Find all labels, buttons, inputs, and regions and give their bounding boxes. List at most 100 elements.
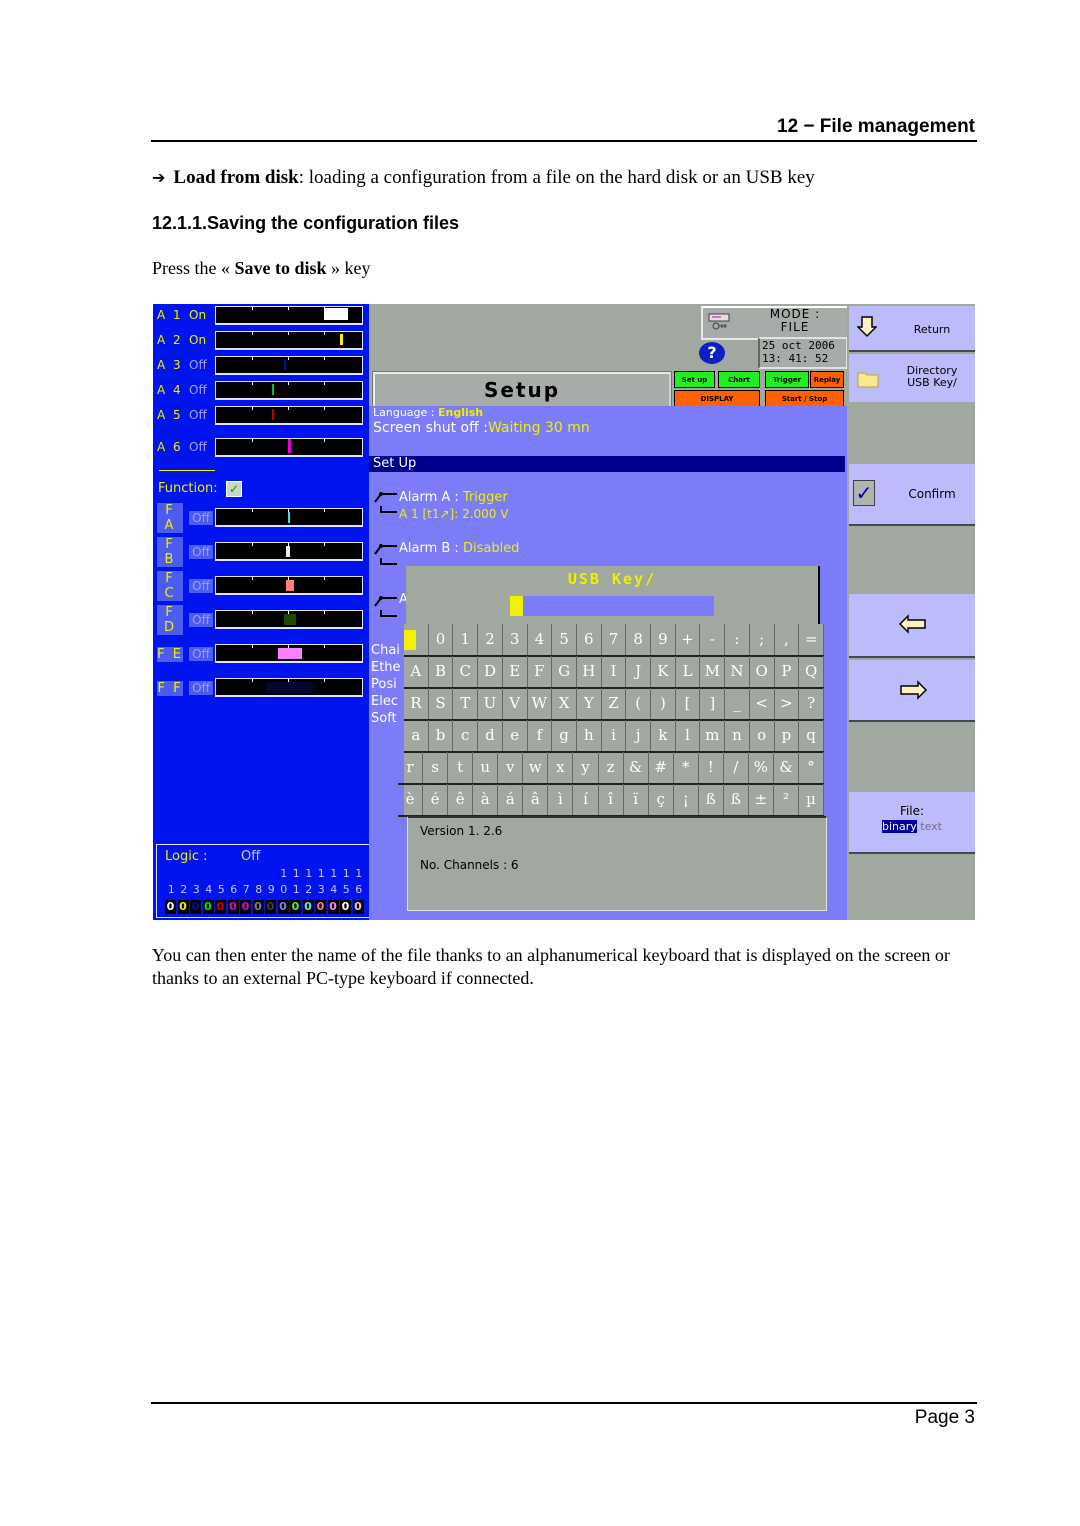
keyboard-key[interactable]: L: [676, 656, 701, 687]
keyboard-key[interactable]: f: [528, 720, 553, 751]
keyboard-key[interactable]: P: [775, 656, 800, 687]
keyboard-key[interactable]: H: [577, 656, 602, 687]
analog-channel-row[interactable]: A 5 Off: [157, 405, 217, 425]
keyboard-key[interactable]: 7: [602, 624, 627, 655]
file-format-text[interactable]: text: [920, 820, 942, 833]
keyboard-key[interactable]: K: [651, 656, 676, 687]
chart-button[interactable]: Chart: [718, 371, 760, 388]
keyboard-key[interactable]: h: [577, 720, 602, 751]
keyboard-key[interactable]: U: [478, 688, 503, 719]
keyboard-key[interactable]: 4: [528, 624, 553, 655]
help-icon[interactable]: ?: [699, 342, 725, 364]
keyboard-key[interactable]: [: [676, 688, 701, 719]
filename-input[interactable]: [510, 596, 714, 616]
keyboard-key[interactable]: 5: [552, 624, 577, 655]
keyboard-key[interactable]: N: [725, 656, 750, 687]
keyboard-key[interactable]: é: [423, 784, 449, 815]
keyboard-key[interactable]: X: [552, 688, 577, 719]
keyboard-key[interactable]: #: [649, 752, 674, 783]
channel-state[interactable]: Off: [189, 440, 217, 454]
file-format-binary[interactable]: binary: [881, 820, 917, 833]
keyboard-key[interactable]: &: [624, 752, 649, 783]
keyboard-key[interactable]: µ: [799, 784, 825, 815]
function-state[interactable]: Off: [189, 579, 213, 593]
keyboard-key[interactable]: Y: [577, 688, 602, 719]
keyboard-key[interactable]: (: [626, 688, 652, 719]
keyboard-key[interactable]: s: [423, 752, 449, 783]
function-checkbox[interactable]: ✓: [226, 481, 242, 497]
keyboard-key[interactable]: T: [453, 688, 479, 719]
analog-channel-row[interactable]: A 3 Off: [157, 355, 217, 375]
keyboard-key[interactable]: í: [573, 784, 599, 815]
keyboard-key[interactable]: ß: [699, 784, 724, 815]
keyboard-key[interactable]: p: [775, 720, 800, 751]
keyboard-key[interactable]: Q: [799, 656, 824, 687]
keyboard-key[interactable]: ]: [700, 688, 726, 719]
keyboard-key[interactable]: v: [498, 752, 524, 783]
keyboard-key[interactable]: Z: [602, 688, 627, 719]
keyboard-key[interactable]: m: [700, 720, 726, 751]
keyboard-key[interactable]: ): [651, 688, 676, 719]
directory-button[interactable]: Directory USB Key/: [849, 354, 975, 402]
keyboard-key[interactable]: k: [651, 720, 676, 751]
function-channel-row[interactable]: F B Off: [157, 537, 217, 567]
keyboard-key[interactable]: S: [429, 688, 454, 719]
keyboard-key[interactable]: 0: [429, 624, 454, 655]
keyboard-key[interactable]: u: [473, 752, 499, 783]
keyboard-key[interactable]: n: [725, 720, 750, 751]
keyboard-key[interactable]: è: [398, 784, 424, 815]
keyboard-key[interactable]: â: [523, 784, 549, 815]
keyboard-key[interactable]: e: [503, 720, 528, 751]
file-format-button[interactable]: File: binary text: [849, 792, 975, 854]
display-button[interactable]: DISPLAY: [674, 390, 760, 407]
function-channel-row[interactable]: F E Off: [157, 644, 217, 664]
keyboard-key[interactable]: ;: [750, 624, 775, 655]
language-setting[interactable]: Language : English: [373, 406, 483, 419]
keyboard-key[interactable]: b: [429, 720, 454, 751]
keyboard-key[interactable]: ²: [774, 784, 799, 815]
cursor-right-button[interactable]: [849, 660, 975, 722]
keyboard-key[interactable]: c: [453, 720, 479, 751]
keyboard-key[interactable]: 8: [626, 624, 652, 655]
keyboard-key[interactable]: I: [602, 656, 627, 687]
keyboard-key[interactable]: D: [478, 656, 503, 687]
keyboard-key[interactable]: +: [676, 624, 701, 655]
keyboard-key[interactable]: !: [699, 752, 724, 783]
alarm-b[interactable]: Alarm B : Disabled: [399, 541, 519, 556]
keyboard-key[interactable]: =: [799, 624, 824, 655]
keyboard-key[interactable]: °: [799, 752, 825, 783]
keyboard-key[interactable]: 2: [478, 624, 503, 655]
keyboard-key[interactable]: ¡: [674, 784, 699, 815]
trigger-button[interactable]: Trigger: [765, 371, 809, 388]
keyboard-key[interactable]: ?: [799, 688, 824, 719]
keyboard-key[interactable]: F: [528, 656, 553, 687]
screen-shutoff-setting[interactable]: Screen shut off :Waiting 30 mn: [373, 420, 590, 436]
replay-button[interactable]: Replay: [810, 371, 844, 388]
channel-state[interactable]: On: [189, 308, 217, 322]
keyboard-key[interactable]: ï: [624, 784, 649, 815]
setup-button[interactable]: Set up: [674, 371, 715, 388]
keyboard-cursor-key[interactable]: ▌: [404, 624, 429, 655]
return-button[interactable]: Return: [849, 306, 975, 352]
keyboard-key[interactable]: W: [528, 688, 553, 719]
function-state[interactable]: Off: [189, 681, 213, 695]
keyboard-key[interactable]: ì: [548, 784, 574, 815]
channel-state[interactable]: Off: [189, 408, 217, 422]
keyboard-key[interactable]: ß: [724, 784, 749, 815]
function-state[interactable]: Off: [189, 613, 213, 627]
keyboard-key[interactable]: i: [602, 720, 627, 751]
keyboard-key[interactable]: î: [599, 784, 624, 815]
keyboard-key[interactable]: 6: [577, 624, 602, 655]
logic-state[interactable]: Off: [241, 849, 260, 864]
keyboard-key[interactable]: O: [750, 656, 775, 687]
function-state[interactable]: Off: [189, 545, 213, 559]
keyboard-key[interactable]: :: [725, 624, 750, 655]
keyboard-key[interactable]: J: [626, 656, 652, 687]
keyboard-key[interactable]: y: [573, 752, 599, 783]
analog-channel-row[interactable]: A 1 On: [157, 305, 217, 325]
keyboard-key[interactable]: w: [523, 752, 549, 783]
keyboard-key[interactable]: _: [725, 688, 750, 719]
keyboard-key[interactable]: r: [398, 752, 424, 783]
keyboard-key[interactable]: -: [700, 624, 726, 655]
keyboard-key[interactable]: /: [724, 752, 749, 783]
